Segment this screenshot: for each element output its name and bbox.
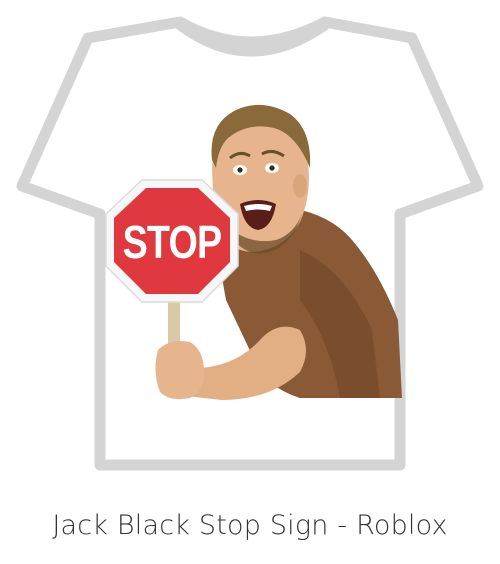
hand bbox=[155, 341, 204, 400]
caption-text: Jack Black Stop Sign - Roblox bbox=[52, 510, 448, 541]
tshirt-graphic: STOP bbox=[16, 16, 484, 471]
tshirt-preview: STOP bbox=[0, 0, 500, 564]
stop-sign-octagon-icon: STOP bbox=[105, 179, 239, 303]
stop-sign-text: STOP bbox=[123, 216, 222, 267]
